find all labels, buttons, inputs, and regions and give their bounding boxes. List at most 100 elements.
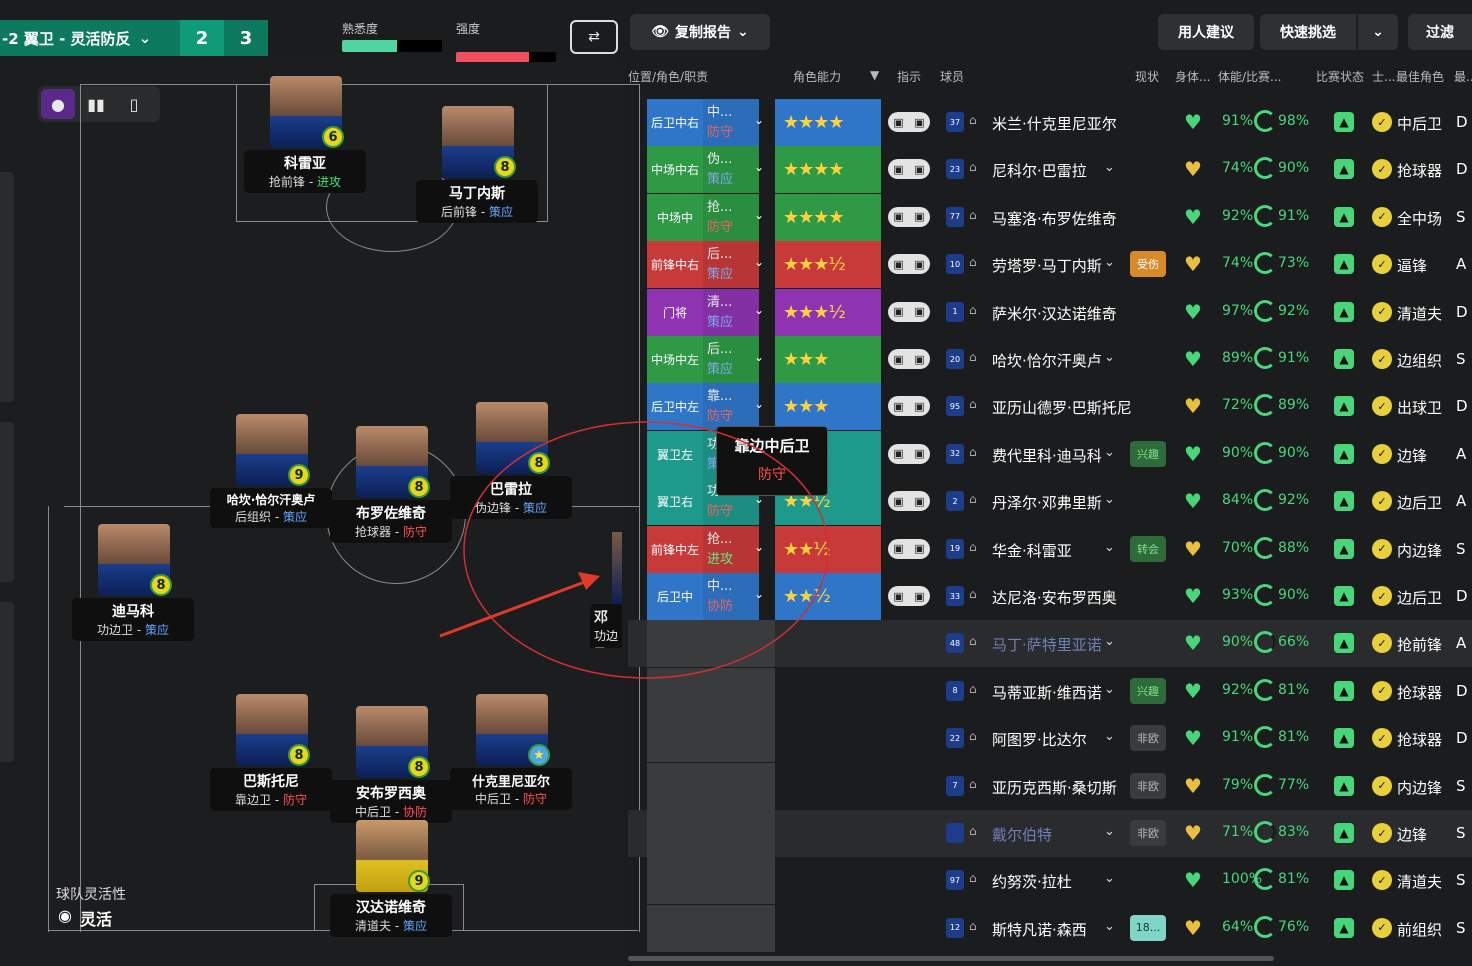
instruction-toggle[interactable]: ▣ ▣ (888, 159, 930, 180)
table-row[interactable]: 中场中左 后... 策应 ⌄ ★★★ ▣ ▣ 20 ⌂ 哈坎·恰尔汗奥卢 ⌄ ♥ 89% 91% ▲ ✓ 边组织… (628, 336, 1472, 383)
quick-pick-dropdown[interactable]: ⌄ (1358, 14, 1398, 50)
position-cell[interactable]: 后卫中右 (647, 99, 703, 146)
table-row[interactable]: 补197⌂约努茨·拉杜⌄♥100%81%▲✓清道夫S (628, 857, 1472, 905)
chevron-down-icon[interactable]: ⌄ (1104, 350, 1115, 365)
role-cell[interactable]: 后... 策应 (703, 241, 759, 289)
player-name[interactable]: 劳塔罗·马丁内斯 (992, 255, 1102, 276)
player-card[interactable]: ★ 什克里尼亚尔 中后卫 - 防守 (450, 694, 572, 810)
formation-selector[interactable]: -2 翼卫 - 灵活防反 ⌄ 2 3 (0, 20, 268, 56)
position-cell[interactable]: 中场中左 (647, 336, 703, 383)
player-name[interactable]: 阿图罗·比达尔 (992, 729, 1087, 750)
side-tab[interactable] (0, 422, 14, 582)
player-card[interactable]: 8 迪马科 功边卫 - 策应 (72, 524, 194, 641)
instruction-toggle[interactable]: ▣ ▣ (888, 301, 930, 322)
col-header[interactable]: 最... (1454, 68, 1472, 85)
player-name[interactable]: 丹泽尔·邓弗里斯 (992, 492, 1102, 513)
table-row[interactable]: 中场中 抢... 防守 ⌄ ★★★★ ▣ ▣ 77 ⌂ 马塞洛·布罗佐维奇 ⌄ ♥ 92% 91% ▲ ✓ 全中… (628, 193, 1472, 241)
position-cell[interactable]: 门将 (647, 288, 703, 336)
table-row[interactable]: 后卫中左 靠... 防守 ⌄ ★★★ ▣ ▣ 95 ⌂ 亚历山德罗·巴斯托尼 ⌄ ♥ 72% 89% ▲ ✓ 出… (628, 383, 1472, 431)
chevron-down-icon[interactable]: ⌄ (754, 303, 764, 317)
instruction-toggle[interactable]: ▣ ▣ (888, 206, 930, 227)
chevron-down-icon[interactable]: ⌄ (754, 160, 764, 174)
table-row[interactable]: 后卫中右 中... 防守 ⌄ ★★★★ ▣ ▣ 37 ⌂ 米兰·什克里尼亚尔 ⌄ ♥ 91% 98% ▲ ✓ 中… (628, 99, 1472, 146)
position-cell[interactable]: 前锋中右 (647, 241, 703, 289)
chevron-down-icon[interactable]: ⌄ (1104, 682, 1115, 697)
chevron-down-icon[interactable]: ⌄ (754, 208, 764, 222)
player-name[interactable]: 哈坎·恰尔汗奥卢 (992, 350, 1102, 371)
table-row[interactable]: 补107⌂亚历克西斯·桑切斯⌄非欧♥79%77%▲✓内边锋S (628, 762, 1472, 810)
copy-report-button[interactable]: 👁 复制报告 ⌄ (630, 14, 770, 50)
col-header[interactable]: 体能/比赛... (1218, 68, 1282, 85)
col-header[interactable]: 最佳角色 (1396, 68, 1444, 85)
chevron-down-icon[interactable]: ⌄ (1104, 824, 1115, 839)
player-card[interactable]: 8 巴斯托尼 靠边卫 - 防守 (210, 694, 332, 811)
chevron-down-icon[interactable]: ⌄ (1104, 540, 1115, 555)
chevron-down-icon[interactable]: ⌄ (1104, 919, 1115, 934)
sort-icon[interactable]: ▼ (870, 68, 879, 82)
player-card[interactable]: 6 科雷亚 抢前锋 - 进攻 (244, 76, 366, 193)
col-header[interactable]: 现状 (1135, 68, 1159, 85)
chevron-down-icon[interactable]: ⌄ (754, 255, 764, 269)
chevron-down-icon[interactable]: ⌄ (1104, 871, 1115, 886)
player-name[interactable]: 华金·科雷亚 (992, 540, 1072, 561)
table-row[interactable]: 前锋中右 后... 策应 ⌄ ★★★½ ▣ ▣ 10 ⌂ 劳塔罗·马丁内斯 ⌄ 受伤 ♥ 74% 73% ▲ ✓… (628, 241, 1472, 289)
player-name[interactable]: 萨米尔·汉达诺维奇 (992, 303, 1117, 324)
player-name[interactable]: 亚历克西斯·桑切斯 (992, 777, 1117, 798)
chevron-down-icon[interactable]: ⌄ (1104, 492, 1115, 507)
col-header[interactable]: 角色能力 (793, 68, 841, 85)
side-tab[interactable] (0, 602, 14, 762)
chevron-down-icon[interactable]: ⌄ (1104, 445, 1115, 460)
chevron-down-icon[interactable]: ⌄ (1104, 303, 1115, 318)
role-cell[interactable]: 中... 防守 (703, 99, 759, 146)
chevron-down-icon[interactable]: ⌄ (1104, 208, 1115, 223)
chevron-down-icon[interactable]: ⌄ (1104, 634, 1115, 649)
instruction-toggle[interactable]: ▣ ▣ (888, 349, 930, 369)
table-row[interactable]: 门将 清... 策应 ⌄ ★★★½ ▣ ▣ 1 ⌂ 萨米尔·汉达诺维奇 ⌄ ♥ 97% 92% ▲ ✓ 清道夫 D (628, 288, 1472, 336)
chevron-down-icon[interactable]: ⌄ (1104, 777, 1115, 792)
col-header[interactable]: 比赛状态 (1316, 68, 1364, 85)
player-name[interactable]: 约努茨·拉杜 (992, 871, 1072, 892)
player-name[interactable]: 马蒂亚斯·维西诺 (992, 682, 1102, 703)
player-name[interactable]: 戴尔伯特 (992, 824, 1052, 845)
instruction-toggle[interactable]: ▣ ▣ (888, 538, 930, 559)
player-name[interactable]: 费代里科·迪马科 (992, 445, 1102, 466)
col-header[interactable]: 士... (1372, 68, 1395, 85)
player-name[interactable]: 马塞洛·布罗佐维奇 (992, 208, 1117, 229)
instruction-toggle[interactable]: ▣ ▣ (888, 491, 930, 512)
col-header[interactable]: 位置/角色/职责 (628, 68, 708, 85)
horizontal-scrollbar[interactable] (628, 956, 1274, 961)
role-cell[interactable]: 靠... 防守 (703, 383, 759, 431)
role-cell[interactable]: 伪... 策应 (703, 146, 759, 194)
filter-button[interactable]: 过滤 (1408, 14, 1472, 50)
instruction-toggle[interactable]: ▣ ▣ (888, 396, 930, 417)
player-name[interactable]: 达尼洛·安布罗西奥 (992, 587, 1117, 608)
chevron-down-icon[interactable]: ⌄ (754, 397, 764, 411)
position-cell[interactable]: 中场中右 (647, 146, 703, 194)
swap-button[interactable]: ⇄ (570, 20, 618, 54)
advice-button[interactable]: 用人建议 (1158, 14, 1254, 50)
chevron-down-icon[interactable]: ⌄ (754, 350, 764, 364)
chevron-down-icon[interactable]: ⌄ (1104, 255, 1115, 270)
position-cell[interactable]: 中场中 (647, 193, 703, 241)
player-name[interactable]: 斯特凡诺·森西 (992, 919, 1087, 940)
quick-pick-button[interactable]: 快速挑选 (1260, 14, 1356, 50)
instruction-toggle[interactable]: ▣ ▣ (888, 443, 930, 464)
role-cell[interactable]: 清... 策应 (703, 288, 759, 336)
player-name[interactable]: 尼科尔·巴雷拉 (992, 160, 1087, 181)
player-card[interactable]: 9 哈坎·恰尔汗奥卢 后组织 - 策应 (210, 414, 332, 528)
chevron-down-icon[interactable]: ⌄ (1104, 160, 1115, 175)
player-card[interactable]: 8 马丁内斯 后前锋 - 策应 (416, 106, 538, 223)
col-header[interactable]: 球员 (940, 68, 964, 85)
side-tab[interactable] (0, 172, 14, 402)
table-row[interactable]: -⌂戴尔伯特⌄非欧♥71%83%▲✓边锋S (628, 810, 1472, 857)
player-card[interactable]: 9 汉达诺维奇 清道夫 - 策应 (330, 820, 452, 937)
table-row[interactable]: 中场中右 伪... 策应 ⌄ ★★★★ ▣ ▣ 23 ⌂ 尼科尔·巴雷拉 ⌄ ♥ 74% 90% ▲ ✓ 抢球器… (628, 146, 1472, 194)
chevron-down-icon[interactable]: ⌄ (754, 113, 764, 127)
player-name[interactable]: 米兰·什克里尼亚尔 (992, 113, 1117, 134)
player-card[interactable]: 8 安布罗西奥 中后卫 - 协防 (330, 706, 452, 823)
instruction-toggle[interactable]: ▣ ▣ (888, 254, 930, 275)
table-row[interactable]: 补312⌂斯特凡诺·森西⌄18...♥64%76%▲✓前组织S (628, 904, 1472, 952)
chevron-down-icon[interactable]: ⌄ (1104, 397, 1115, 412)
player-name[interactable]: 马丁·萨特里亚诺 (992, 634, 1102, 655)
person-icon[interactable]: ● (41, 89, 75, 119)
